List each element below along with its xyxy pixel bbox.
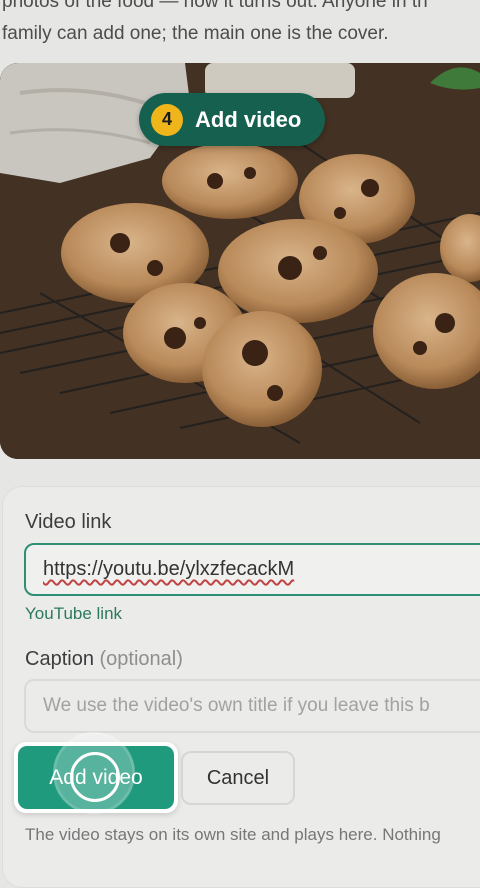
cancel-button[interactable]: Cancel <box>181 751 295 805</box>
step-number: 4 <box>151 103 183 136</box>
tap-indicator-core <box>70 752 120 802</box>
step-label: Add video <box>195 106 302 132</box>
video-link-input[interactable]: https://youtu.be/ylxzfecackM <box>24 543 480 596</box>
intro-text: photos of the food — how it turns out. A… <box>2 0 472 50</box>
intro-line-1: photos of the food — how it turns out. A… <box>2 0 428 12</box>
video-link-label: Video link <box>25 511 112 533</box>
video-link-value: https://youtu.be/ylxzfecackM <box>43 558 295 580</box>
footnote-text: The video stays on its own site and play… <box>25 825 441 844</box>
step-badge-add-video: 4 Add video <box>139 93 325 146</box>
caption-placeholder: We use the video's own title if you leav… <box>43 695 430 716</box>
video-link-help: YouTube link <box>25 604 123 623</box>
caption-label: Caption (optional) <box>25 648 183 671</box>
caption-optional: (optional) <box>99 648 183 670</box>
caption-input[interactable]: We use the video's own title if you leav… <box>24 679 480 733</box>
intro-line-2: family can add one; the main one is the … <box>2 23 389 44</box>
caption-label-text: Caption <box>25 648 94 670</box>
